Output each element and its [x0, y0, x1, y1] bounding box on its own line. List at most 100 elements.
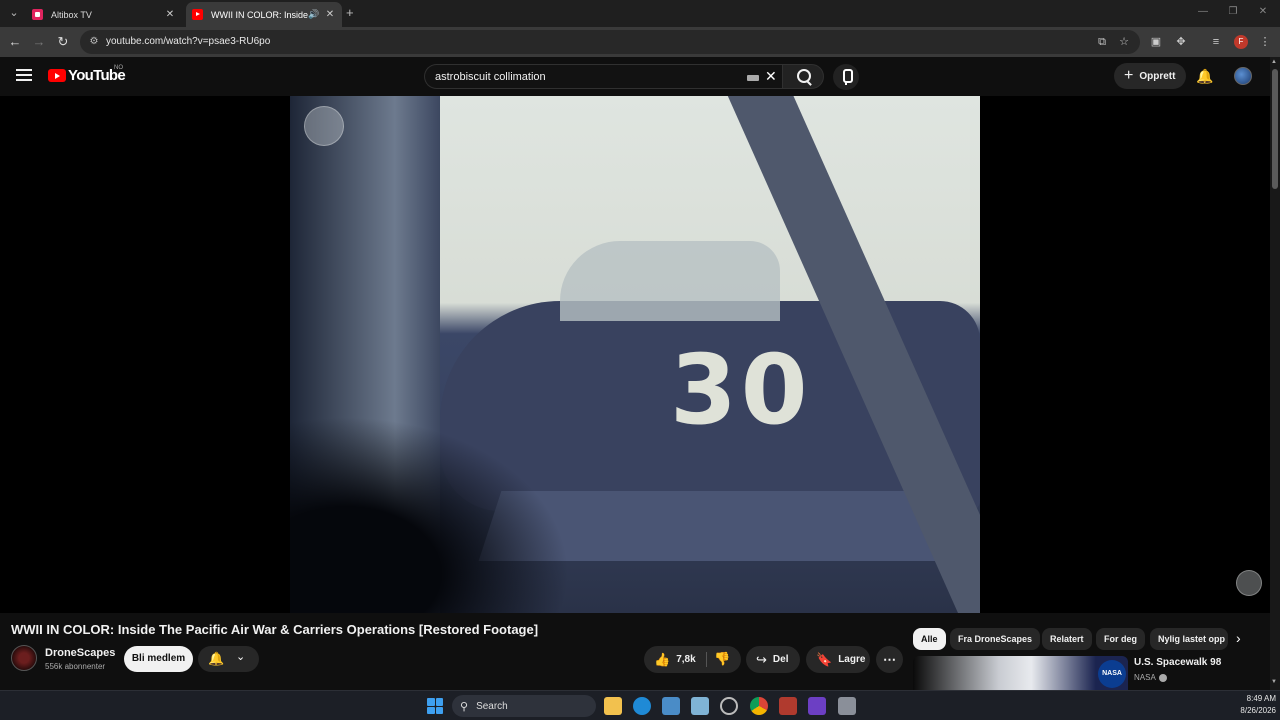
new-tab-icon[interactable]: + — [346, 5, 360, 20]
aircraft-canopy — [560, 241, 780, 321]
share-label: Del — [772, 654, 789, 665]
related-video-title[interactable]: U.S. Spacewalk 98 — [1134, 657, 1221, 668]
verified-icon — [1158, 673, 1167, 682]
create-label: Opprett — [1139, 70, 1176, 82]
divider — [706, 652, 707, 667]
like-dislike-group: 👍 7,8k 👎 — [644, 646, 741, 673]
edge-icon[interactable] — [633, 697, 651, 715]
media-control-icon[interactable]: ≡ — [1207, 33, 1225, 51]
speaker-icon[interactable]: 🔊 — [308, 9, 320, 20]
youtube-logo-icon[interactable] — [48, 69, 66, 82]
subscriber-count: 556k abonnenter — [45, 662, 106, 671]
join-button[interactable]: Bli medlem — [124, 646, 193, 672]
video-title: WWII IN COLOR: Inside The Pacific Air Wa… — [11, 622, 539, 637]
save-button[interactable]: 🔖 Lagre — [806, 646, 870, 673]
restore-icon[interactable]: ❐ — [1226, 6, 1240, 17]
chip-all[interactable]: Alle — [913, 628, 946, 650]
browser-toolbar: ← → ↻ ⚙ youtube.com/watch?v=psae3-RU6po … — [0, 27, 1280, 57]
tab-altibox[interactable]: Altibox TV ✕ — [26, 2, 182, 27]
file-explorer-icon[interactable] — [604, 697, 622, 715]
more-actions-icon[interactable]: ⋯ — [876, 646, 903, 673]
tab-close-icon[interactable]: ✕ — [164, 9, 176, 20]
scroll-thumb[interactable] — [1272, 69, 1278, 189]
url-text[interactable]: youtube.com/watch?v=psae3-RU6po — [106, 36, 270, 47]
scroll-up-icon[interactable]: ▲ — [1271, 59, 1277, 65]
subscription-button[interactable]: 🔔 ⌄ — [198, 646, 259, 672]
plus-icon: + — [1124, 67, 1134, 84]
aircraft-number: 30 — [670, 334, 812, 446]
tab-close-icon[interactable]: ✕ — [324, 9, 336, 20]
scroll-down-icon[interactable]: ▼ — [1271, 679, 1277, 685]
search-button[interactable] — [782, 64, 824, 89]
bell-icon: 🔔 — [208, 651, 225, 666]
nasa-logo: NASA — [1098, 660, 1126, 688]
channel-watermark-icon — [304, 106, 344, 146]
create-button[interactable]: + Opprett — [1114, 63, 1186, 89]
clear-search-icon[interactable]: ✕ — [765, 68, 777, 85]
system-clock[interactable]: 8:49 AM 8/26/2026 — [1216, 693, 1276, 717]
chrome-icon[interactable] — [750, 697, 768, 715]
install-app-icon[interactable]: ⧉ — [1094, 34, 1110, 50]
video-player[interactable]: 30 — [0, 96, 1270, 613]
site-info-icon[interactable]: ⚙ — [88, 36, 100, 48]
search-input[interactable]: astrobiscuit collimation ✕ — [424, 64, 782, 89]
snipping-tool-icon[interactable] — [691, 697, 709, 715]
browser-tabstrip: ⌄ Altibox TV ✕ WWII IN COLOR: Inside The… — [0, 0, 1280, 27]
youtube-header: YouTube NO astrobiscuit collimation ✕ + … — [0, 57, 1270, 96]
country-code: NO — [114, 65, 123, 71]
close-window-icon[interactable]: ✕ — [1256, 6, 1270, 17]
channel-avatar[interactable] — [11, 645, 37, 671]
forward-icon[interactable]: → — [30, 33, 48, 51]
chevron-down-icon: ⌄ — [236, 651, 246, 663]
app-icon-4[interactable] — [838, 697, 856, 715]
taskbar-search[interactable]: ⚲ Search — [452, 695, 596, 717]
bookmark-star-icon[interactable]: ☆ — [1116, 34, 1132, 50]
bookmark-icon: 🔖 — [816, 651, 833, 667]
chevron-right-icon[interactable]: › — [1236, 630, 1241, 646]
app-icon[interactable] — [662, 697, 680, 715]
tab-title: Altibox TV — [51, 9, 92, 20]
chip-related[interactable]: Relatert — [1042, 628, 1092, 650]
search-icon: ⚲ — [460, 700, 469, 713]
voice-search-icon[interactable] — [833, 64, 859, 90]
tab-youtube[interactable]: WWII IN COLOR: Inside The Pacific Air Wa… — [186, 2, 342, 27]
video-frame[interactable]: 30 — [290, 96, 980, 613]
save-label: Lagre — [838, 654, 866, 665]
related-channel-name: NASA — [1134, 673, 1156, 682]
back-icon[interactable]: ← — [6, 33, 24, 51]
windows-start-icon[interactable] — [426, 697, 444, 715]
extension-icon[interactable]: ▣ — [1147, 33, 1165, 51]
chip-recently-uploaded[interactable]: Nylig lastet opp — [1150, 628, 1228, 650]
menu-icon[interactable] — [16, 69, 32, 81]
channel-branding-icon[interactable] — [1236, 570, 1262, 596]
taskbar: ⚲ Search 8:49 AM 8/26/2026 — [0, 690, 1280, 720]
minimize-icon[interactable]: — — [1196, 6, 1210, 17]
like-count[interactable]: 7,8k — [676, 654, 695, 665]
app-icon-2[interactable] — [779, 697, 797, 715]
related-video-thumbnail[interactable] — [913, 656, 1128, 690]
reload-icon[interactable]: ↻ — [54, 33, 72, 51]
chip-from-channel[interactable]: Fra DroneScapes — [950, 628, 1041, 650]
dislike-icon[interactable]: 👎 — [714, 651, 730, 667]
youtube-favicon-icon — [192, 9, 203, 20]
share-button[interactable]: ↪ Del — [746, 646, 800, 673]
app-icon-3[interactable] — [808, 697, 826, 715]
altibox-favicon-icon — [32, 9, 43, 20]
address-bar[interactable]: ⚙ youtube.com/watch?v=psae3-RU6po ⧉ ☆ — [80, 30, 1140, 54]
account-avatar[interactable] — [1234, 67, 1252, 85]
tab-title: WWII IN COLOR: Inside The Pacific Air Wa… — [211, 9, 308, 20]
like-icon[interactable]: 👍 — [654, 652, 670, 668]
chip-for-you[interactable]: For deg — [1096, 628, 1145, 650]
search-query[interactable]: astrobiscuit collimation — [435, 71, 546, 83]
notifications-bell-icon[interactable]: 🔔 — [1196, 68, 1213, 84]
puzzle-icon[interactable]: ✥ — [1172, 33, 1190, 51]
profile-avatar[interactable]: F — [1234, 35, 1248, 49]
related-video-channel[interactable]: NASA — [1134, 673, 1167, 682]
channel-name[interactable]: DroneScapes — [45, 647, 115, 659]
settings-icon[interactable] — [720, 697, 738, 715]
keyboard-icon[interactable] — [747, 75, 759, 81]
taskbar-search-label: Search — [476, 700, 508, 712]
page-scrollbar[interactable]: ▲ ▼ — [1270, 57, 1280, 690]
tab-search-icon[interactable]: ⌄ — [4, 4, 24, 22]
browser-menu-icon[interactable]: ⋮ — [1256, 33, 1274, 51]
